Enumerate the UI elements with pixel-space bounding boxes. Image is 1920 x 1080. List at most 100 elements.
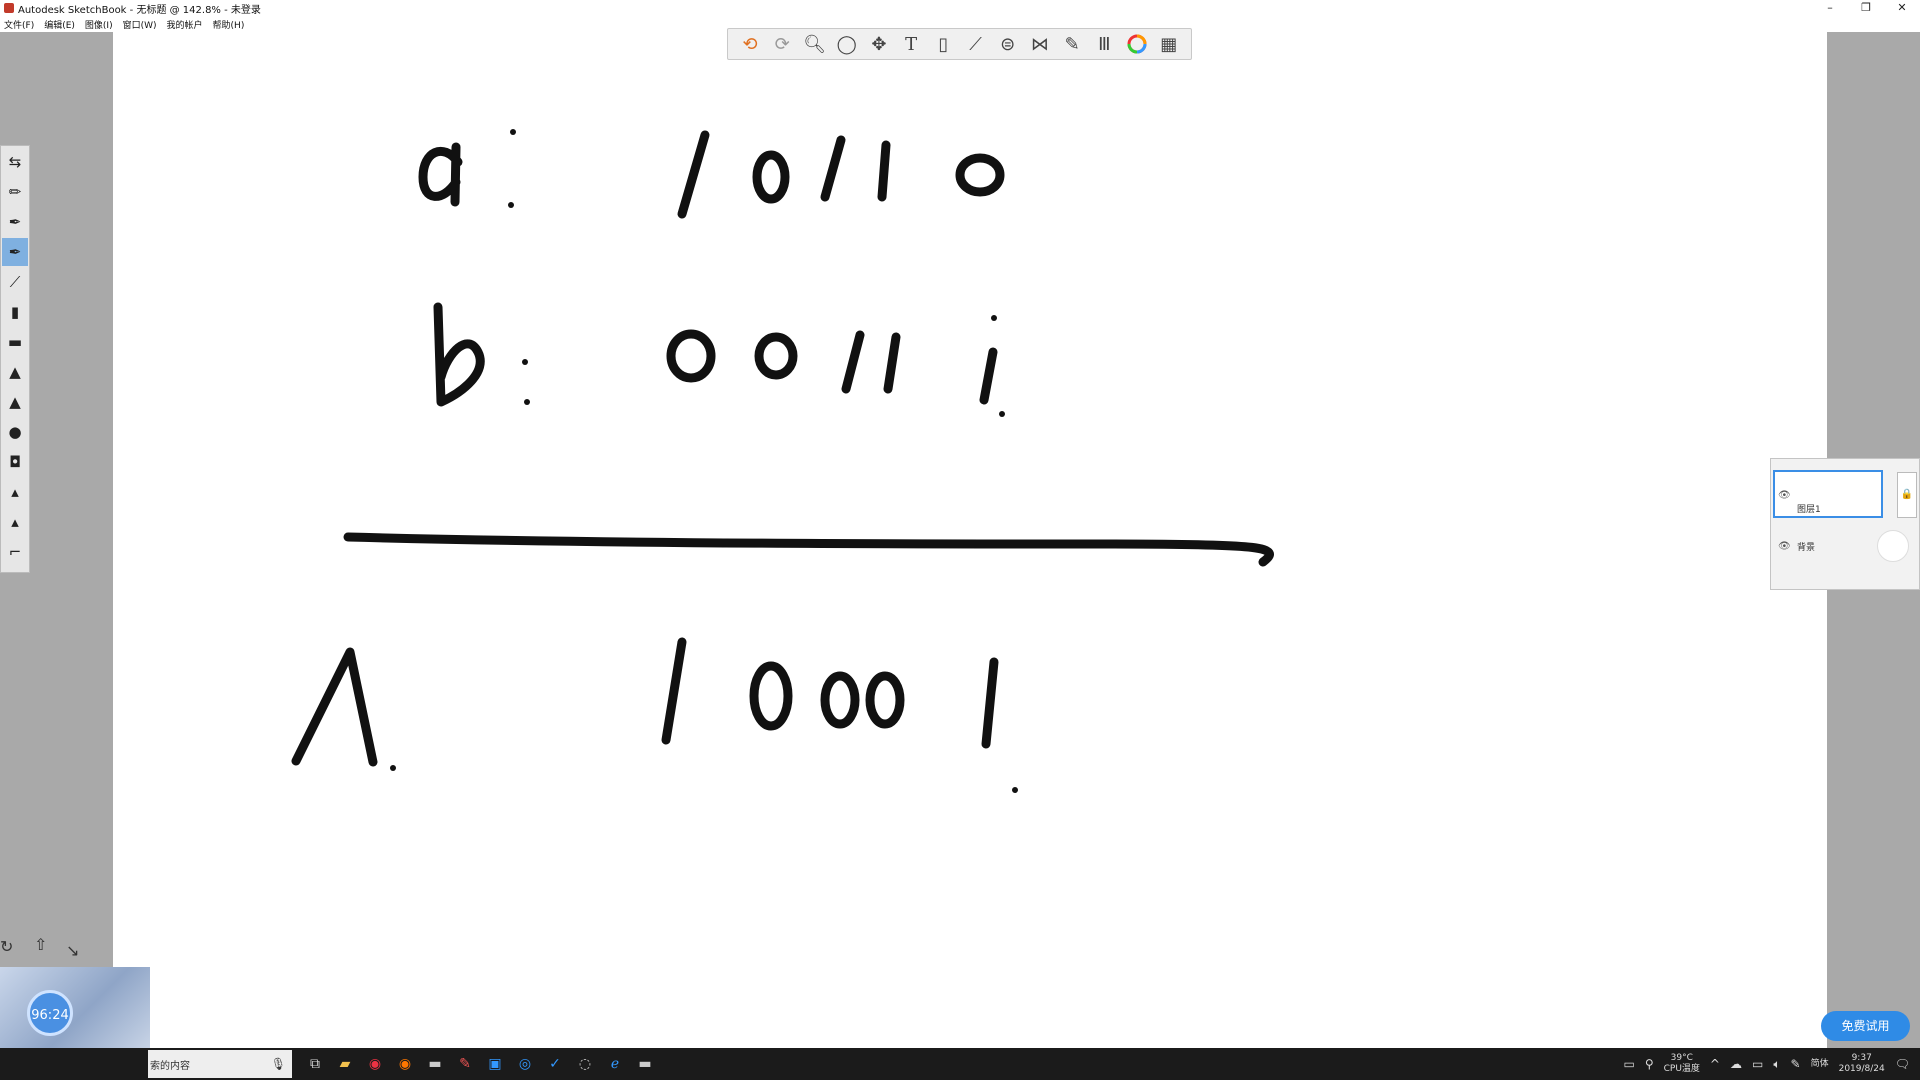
menu-edit[interactable]: 编辑(E) [44, 18, 75, 31]
row-b-label [433, 302, 530, 407]
fill-icon[interactable]: ▯ [931, 32, 955, 56]
app-icon[interactable]: ◌ [570, 1048, 600, 1080]
layer-row-background[interactable]: 👁 背景 [1771, 521, 1920, 571]
app-icon[interactable]: ▬ [630, 1048, 660, 1080]
row-a-digits [677, 130, 1005, 219]
main-toolbar: ⟲ ⟳ 🔍︎ ◯ ✥ T ▯ ⟋ ⊜ ⋈ ✎ Ⅲ ▦ [727, 28, 1192, 60]
divider-line [343, 532, 1274, 567]
marker-brush-icon[interactable]: ▲ [2, 388, 28, 416]
ruler-icon[interactable]: ⟋ [964, 32, 988, 56]
recording-timer: 96:24 [27, 990, 73, 1036]
window-controls: – ❐ ✕ [1812, 0, 1920, 16]
brush-size-icon[interactable]: ⇧ [34, 935, 47, 954]
stroke-icon[interactable]: ✎ [1060, 32, 1084, 56]
row-result-label [291, 647, 396, 771]
handwriting-layer [291, 129, 1274, 793]
taskbar-apps: ⧉ ▰ ◉ ◉ ▬ ✎ ▣ ◎ ✓ ◌ ℯ ▬ [300, 1048, 660, 1080]
chrome-icon[interactable]: ◉ [360, 1048, 390, 1080]
taskbar-search[interactable]: 索的内容 🎙︎ [148, 1050, 292, 1078]
clock[interactable]: 9:37 2019/8/24 [1839, 1053, 1885, 1075]
cpu-temp-label: CPU温度 [1663, 1064, 1700, 1074]
layer-name: 图层1 [1797, 505, 1821, 515]
title-bar: Autodesk SketchBook - 无标题 @ 142.8% - 未登录… [0, 0, 1920, 16]
sketchbook-taskbar-icon[interactable]: ✎ [450, 1048, 480, 1080]
brush-library-icon[interactable]: Ⅲ [1092, 32, 1116, 56]
clock-date: 2019/8/24 [1838, 1064, 1885, 1074]
microphone-icon[interactable]: 🎙︎ [271, 1057, 286, 1071]
app-icon[interactable]: ✓ [540, 1048, 570, 1080]
drawing-canvas[interactable] [113, 32, 1827, 1050]
restore-button[interactable]: ❐ [1848, 0, 1884, 16]
menu-help[interactable]: 帮助(H) [213, 18, 245, 31]
pen-brush-icon[interactable]: ✒ [2, 208, 28, 236]
cpu-temp[interactable]: 39°C CPU温度 [1664, 1053, 1700, 1075]
app-icon[interactable]: ▣ [480, 1048, 510, 1080]
felt-pen-brush-icon[interactable]: ▴ [2, 508, 28, 536]
people-icon[interactable]: ⚲ [1645, 1057, 1654, 1071]
firefox-icon[interactable]: ◉ [390, 1048, 420, 1080]
volume-icon[interactable]: 🔈︎ [1773, 1057, 1780, 1072]
cloud-icon[interactable]: ☁ [1730, 1057, 1742, 1071]
edge-icon[interactable]: ℯ [600, 1048, 630, 1080]
eye-icon[interactable]: 👁 [1778, 490, 1791, 501]
move-icon[interactable]: ✥ [867, 32, 891, 56]
chisel-brush-icon[interactable]: ▴ [2, 478, 28, 506]
pencil-brush-icon[interactable]: ✏ [2, 178, 28, 206]
menu-account[interactable]: 我的帐户 [167, 18, 203, 31]
row-b-digits [666, 315, 1005, 417]
text-icon[interactable]: T [899, 32, 923, 56]
window-title: Autodesk SketchBook - 无标题 @ 142.8% - 未登录 [18, 4, 261, 16]
ballpoint-brush-icon[interactable]: ⟋ [2, 268, 28, 296]
fine-tip-brush-icon[interactable]: ▲ [2, 358, 28, 386]
smudge-brush-icon[interactable]: ⌐ [2, 538, 28, 566]
close-button[interactable]: ✕ [1884, 0, 1920, 16]
brush-swap-icon[interactable]: ⇆ [2, 148, 28, 176]
lasso-icon[interactable]: ◯ [835, 32, 859, 56]
layer-name: 背景 [1797, 542, 1816, 553]
redo-icon[interactable]: ⟳ [770, 32, 794, 56]
app-icon[interactable]: ◎ [510, 1048, 540, 1080]
menu-image[interactable]: 图像(I) [85, 18, 113, 31]
ellipse-guide-icon[interactable]: ⊜ [996, 32, 1020, 56]
eraser-soft-icon[interactable]: ▬ [2, 328, 28, 356]
symmetry-icon[interactable]: ⋈ [1028, 32, 1052, 56]
undo-icon[interactable]: ⟲ [738, 32, 762, 56]
free-trial-button[interactable]: 免费试用 [1821, 1011, 1910, 1041]
sketchbook-app-icon [4, 3, 14, 13]
clock-time: 9:37 [1851, 1053, 1872, 1063]
airbrush-icon[interactable]: ◘ [2, 448, 28, 476]
system-tray: ▭ ⚲ 39°C CPU温度 ^ ☁ ▭ 🔈︎ ✎ 简体 9:37 2019/8… [1623, 1048, 1920, 1080]
paint-brush-icon[interactable]: ● [2, 418, 28, 446]
copic-icon[interactable]: ▦ [1157, 32, 1181, 56]
notification-icon[interactable]: 🗨︎ [1895, 1057, 1910, 1071]
task-view-icon[interactable]: ⧉ [300, 1048, 330, 1080]
brush-palette: ⇆ ✏ ✒ ✒ ⟋ ▮ ▬ ▲ ▲ ● ◘ ▴ ▴ ⌐ [0, 145, 30, 573]
ime-indicator[interactable]: 简体 [1811, 1059, 1829, 1070]
file-explorer-icon[interactable]: ▰ [330, 1048, 360, 1080]
eye-icon[interactable]: 👁 [1778, 541, 1791, 552]
search-placeholder: 索的内容 [150, 1060, 190, 1072]
inking-brush-icon[interactable]: ✒ [2, 238, 28, 266]
cpu-temp-value: 39°C [1670, 1053, 1693, 1063]
color-wheel-icon[interactable] [1125, 32, 1149, 56]
menu-window[interactable]: 窗口(W) [123, 18, 157, 31]
pen-icon[interactable]: ✎ [1791, 1057, 1801, 1071]
network-icon[interactable]: ▭ [1752, 1057, 1763, 1071]
app-icon[interactable]: ▬ [420, 1048, 450, 1080]
minimize-button[interactable]: – [1812, 0, 1848, 16]
row-result-digits [661, 637, 1018, 793]
row-a-label [418, 129, 516, 208]
eraser-hard-icon[interactable]: ▮ [2, 298, 28, 326]
lagoon-tools: ↻ ⇧ ↘ [0, 933, 115, 963]
background-thumbnail [1877, 530, 1909, 562]
battery-icon[interactable]: ▭ [1623, 1057, 1634, 1071]
layer-panel: 👁 图层1 🔒 👁 背景 [1770, 458, 1920, 590]
zoom-icon[interactable]: 🔍︎ [803, 32, 827, 56]
chevron-up-icon[interactable]: ^ [1710, 1057, 1720, 1071]
pen-tool-icon[interactable]: ↘ [66, 941, 79, 960]
lock-icon[interactable]: 🔒 [1897, 472, 1917, 518]
taskbar: 索的内容 🎙︎ ⧉ ▰ ◉ ◉ ▬ ✎ ▣ ◎ ✓ ◌ ℯ ▬ ▭ ⚲ 39°C… [0, 1048, 1920, 1080]
rotate-icon[interactable]: ↻ [0, 937, 13, 956]
layer-row-1[interactable]: 👁 图层1 🔒 [1771, 470, 1920, 520]
menu-file[interactable]: 文件(F) [4, 18, 34, 31]
